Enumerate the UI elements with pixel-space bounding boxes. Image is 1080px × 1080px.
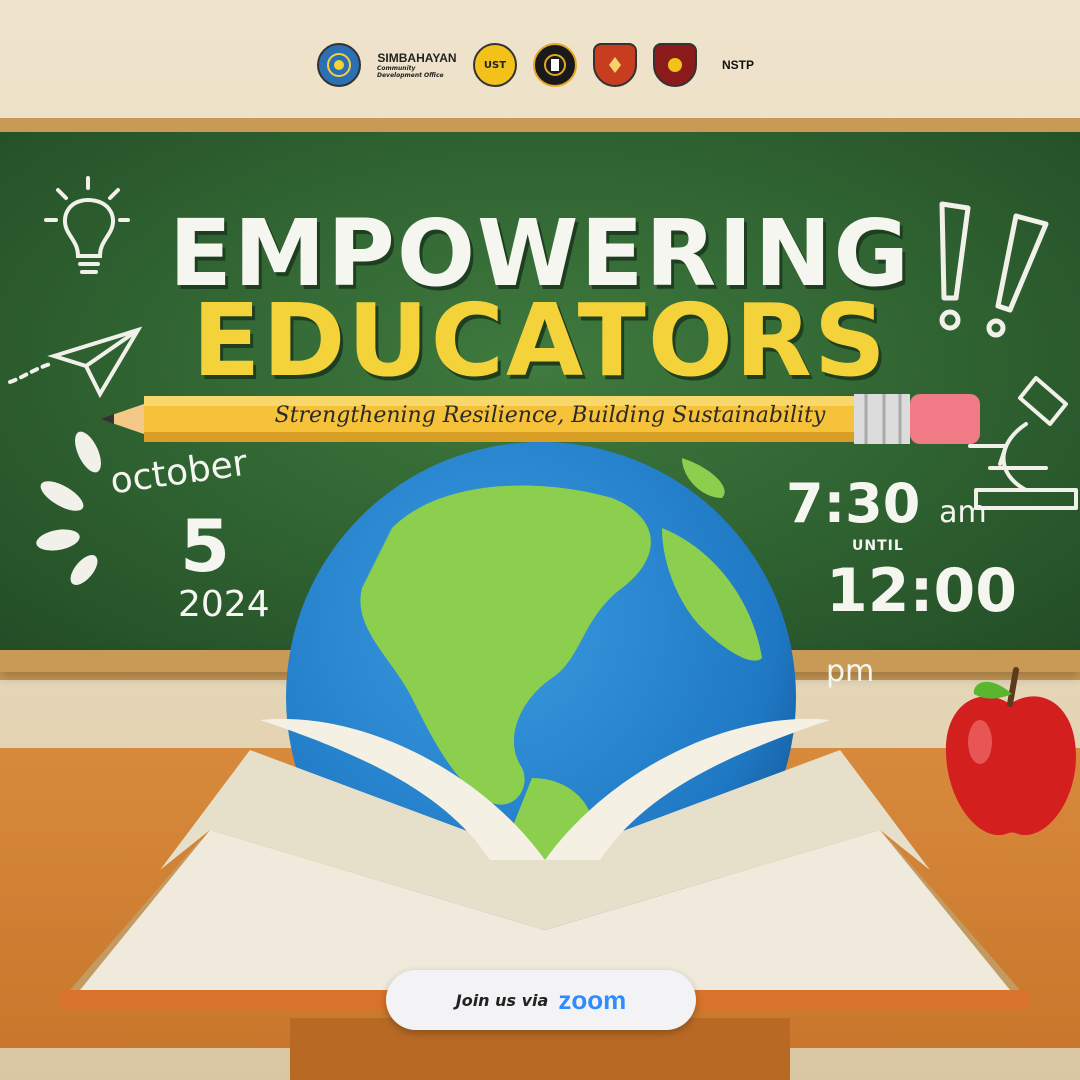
plm-seal-logo [317, 43, 361, 87]
start-time-suffix: am [939, 495, 987, 530]
join-zoom-text: Join us via [455, 990, 549, 1010]
shield-red-logo [653, 43, 697, 87]
event-year: 2024 [178, 584, 270, 625]
zoom-logo: zoom [558, 984, 627, 1015]
join-zoom-button[interactable]: Join us via zoom [386, 970, 696, 1030]
simbahayan-logo-subtext: Community Development Office [377, 65, 444, 79]
start-time: 7:30 am [786, 472, 987, 535]
tagline: Strengthening Resilience, Building Susta… [274, 403, 826, 428]
ust-logo: UST [473, 43, 517, 87]
until-label: UNTIL [852, 538, 904, 554]
simbahayan-logo-text: SIMBAHAYAN [377, 51, 457, 65]
start-time-value: 7:30 [786, 472, 921, 535]
partner-logos: SIMBAHAYAN Community Development Office … [0, 30, 1080, 100]
end-time-value: 12:00 [826, 556, 1017, 626]
simbahayan-logo: SIMBAHAYAN Community Development Office [377, 43, 457, 87]
apple-icon [945, 667, 1076, 836]
end-time-suffix: pm [826, 654, 875, 689]
nstp-logo: NSTP [721, 58, 754, 72]
sun-rays-icon [36, 431, 101, 585]
college-seal-logo [533, 43, 577, 87]
shield-orange-logo [593, 43, 637, 87]
event-day: 5 [180, 504, 231, 588]
title-line-2: EDUCATORS [192, 282, 888, 399]
